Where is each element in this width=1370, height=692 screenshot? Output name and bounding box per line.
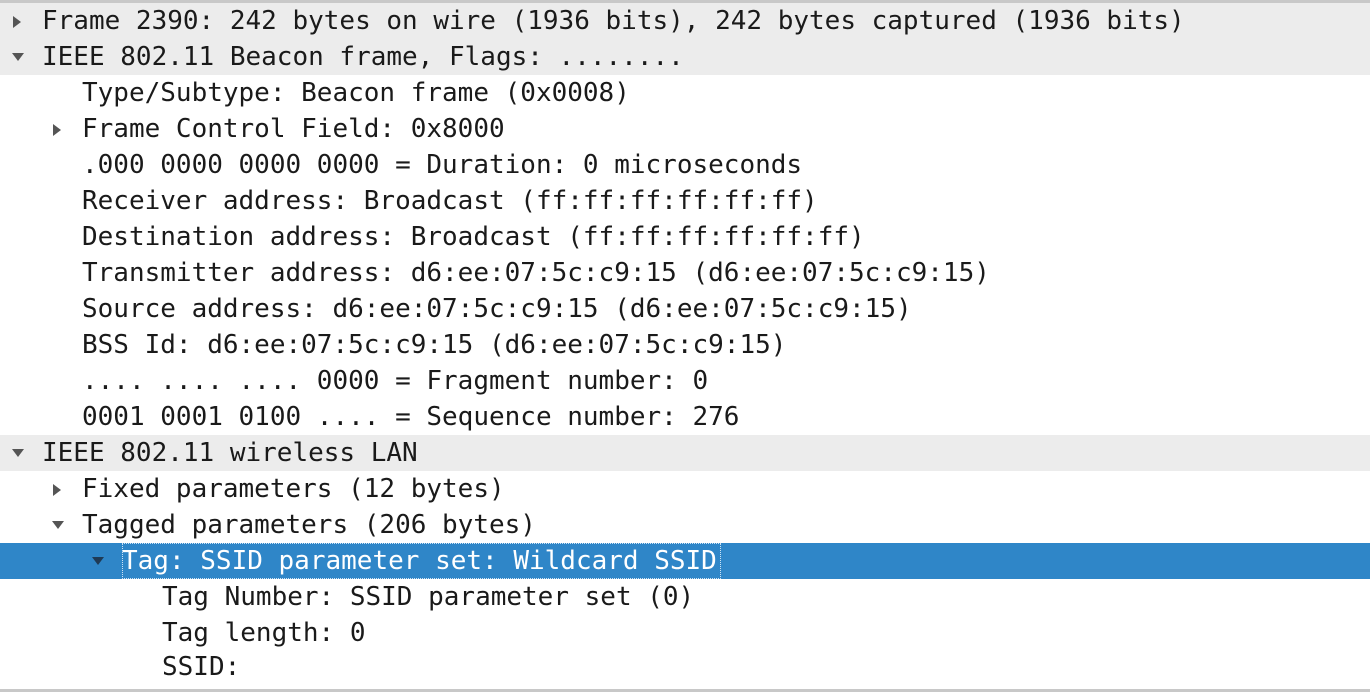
tree-row-label: BSS Id: d6:ee:07:5c:c9:15 (d6:ee:07:5c:c… xyxy=(82,330,787,360)
tree-row-label: Destination address: Broadcast (ff:ff:ff… xyxy=(82,222,865,252)
tree-row-label: Tag: SSID parameter set: Wildcard SSID xyxy=(122,543,721,579)
tree-row-label: Transmitter address: d6:ee:07:5c:c9:15 (… xyxy=(82,258,990,288)
tree-row-destination[interactable]: Destination address: Broadcast (ff:ff:ff… xyxy=(0,219,1370,255)
collapse-arrow-icon[interactable] xyxy=(6,39,30,75)
tree-row-duration[interactable]: .000 0000 0000 0000 = Duration: 0 micros… xyxy=(0,147,1370,183)
tree-row-ssid[interactable]: SSID: xyxy=(0,651,1370,684)
tree-row-label: Source address: d6:ee:07:5c:c9:15 (d6:ee… xyxy=(82,294,912,324)
tree-row-label: Fixed parameters (12 bytes) xyxy=(82,474,505,504)
tree-row-label: Frame 2390: 242 bytes on wire (1936 bits… xyxy=(42,6,1185,36)
tree-row-type-subtype[interactable]: Type/Subtype: Beacon frame (0x0008) xyxy=(0,75,1370,111)
collapse-arrow-icon[interactable] xyxy=(46,507,70,543)
collapse-arrow-icon[interactable] xyxy=(86,543,110,579)
tree-row-sequence[interactable]: 0001 0001 0100 .... = Sequence number: 2… xyxy=(0,399,1370,435)
tree-row-label: .000 0000 0000 0000 = Duration: 0 micros… xyxy=(82,150,803,180)
tree-row-label: Tag Number: SSID parameter set (0) xyxy=(162,582,695,612)
expand-arrow-icon[interactable] xyxy=(46,111,70,147)
tree-row-label: .... .... .... 0000 = Fragment number: 0 xyxy=(82,366,709,396)
tree-row-fixed-params[interactable]: Fixed parameters (12 bytes) xyxy=(0,471,1370,507)
tree-row-receiver[interactable]: Receiver address: Broadcast (ff:ff:ff:ff… xyxy=(0,183,1370,219)
tree-row-fragment[interactable]: .... .... .... 0000 = Fragment number: 0 xyxy=(0,363,1370,399)
tree-row-label: Tagged parameters (206 bytes) xyxy=(82,510,536,540)
expand-arrow-icon[interactable] xyxy=(6,3,30,39)
tree-row-frame-control[interactable]: Frame Control Field: 0x8000 xyxy=(0,111,1370,147)
tree-row-tagged-params[interactable]: Tagged parameters (206 bytes) xyxy=(0,507,1370,543)
tree-row-source[interactable]: Source address: d6:ee:07:5c:c9:15 (d6:ee… xyxy=(0,291,1370,327)
tree-row-bss-id[interactable]: BSS Id: d6:ee:07:5c:c9:15 (d6:ee:07:5c:c… xyxy=(0,327,1370,363)
tree-row-wlan[interactable]: IEEE 802.11 wireless LAN xyxy=(0,435,1370,471)
tree-row-tag-length[interactable]: Tag length: 0 xyxy=(0,615,1370,651)
collapse-arrow-icon[interactable] xyxy=(6,435,30,471)
tree-row-label: Tag length: 0 xyxy=(162,618,366,648)
tree-row-label: IEEE 802.11 Beacon frame, Flags: .......… xyxy=(42,42,684,72)
tree-row-mac-header[interactable]: IEEE 802.11 Beacon frame, Flags: .......… xyxy=(0,39,1370,75)
tree-row-tag-number[interactable]: Tag Number: SSID parameter set (0) xyxy=(0,579,1370,615)
expand-arrow-icon[interactable] xyxy=(46,471,70,507)
tree-row-label: SSID: xyxy=(162,652,241,682)
packet-details-pane[interactable]: Frame 2390: 242 bytes on wire (1936 bits… xyxy=(0,0,1370,692)
tree-row-label: 0001 0001 0100 .... = Sequence number: 2… xyxy=(82,402,740,432)
tree-row-frame[interactable]: Frame 2390: 242 bytes on wire (1936 bits… xyxy=(0,3,1370,39)
tree-row-label: IEEE 802.11 wireless LAN xyxy=(42,438,418,468)
tree-row-label: Frame Control Field: 0x8000 xyxy=(82,114,505,144)
tree-row-ssid-tag-selected[interactable]: Tag: SSID parameter set: Wildcard SSID xyxy=(0,543,1370,579)
tree-row-label: Type/Subtype: Beacon frame (0x0008) xyxy=(82,78,630,108)
tree-row-label: Receiver address: Broadcast (ff:ff:ff:ff… xyxy=(82,186,818,216)
tree-row-transmitter[interactable]: Transmitter address: d6:ee:07:5c:c9:15 (… xyxy=(0,255,1370,291)
